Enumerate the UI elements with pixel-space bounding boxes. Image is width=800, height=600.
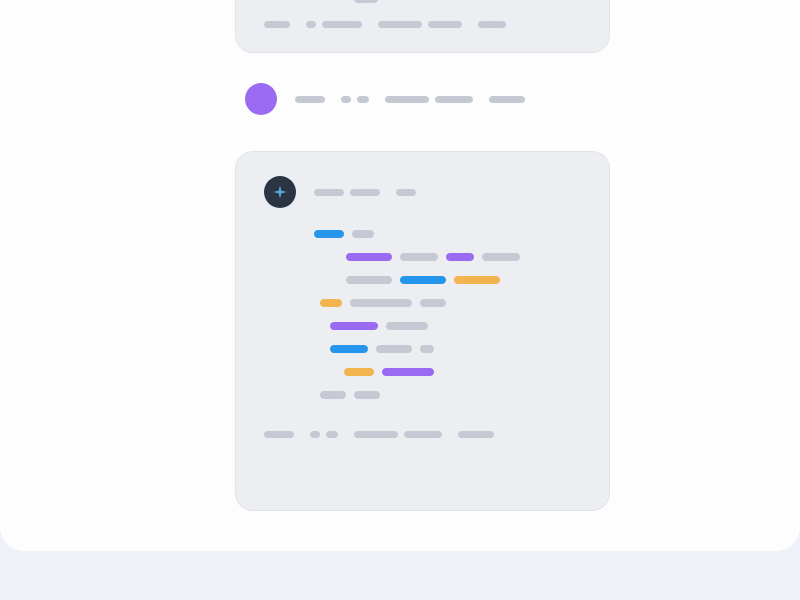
- placeholder-token: [264, 21, 290, 28]
- placeholder-token: [306, 21, 316, 28]
- placeholder-token: [341, 96, 351, 103]
- placeholder-token: [314, 189, 344, 196]
- placeholder-token: [354, 0, 378, 3]
- code-token: [352, 230, 374, 238]
- assistant-message-card-partial: [235, 0, 610, 53]
- placeholder-token: [385, 96, 429, 103]
- code-token: [346, 253, 392, 261]
- placeholder-token: [310, 431, 320, 438]
- code-token: [320, 299, 342, 307]
- placeholder-token: [478, 21, 506, 28]
- code-token: [320, 391, 346, 399]
- placeholder-token: [295, 96, 325, 103]
- code-token: [400, 253, 438, 261]
- user-avatar: [245, 83, 277, 115]
- code-token: [454, 276, 500, 284]
- sparkle-icon: [272, 184, 288, 200]
- code-token: [330, 345, 368, 353]
- placeholder-token: [357, 96, 369, 103]
- code-token: [382, 368, 434, 376]
- user-message: [245, 83, 760, 115]
- code-token: [344, 368, 374, 376]
- placeholder-token: [428, 21, 462, 28]
- assistant-message-card: [235, 151, 610, 511]
- code-token: [446, 253, 474, 261]
- code-token: [346, 276, 392, 284]
- placeholder-token: [458, 431, 494, 438]
- placeholder-token: [350, 189, 380, 196]
- code-token: [376, 345, 412, 353]
- chat-panel: [0, 0, 800, 551]
- code-token: [354, 391, 380, 399]
- code-token: [330, 322, 378, 330]
- code-token: [482, 253, 520, 261]
- code-token: [386, 322, 428, 330]
- placeholder-token: [404, 431, 442, 438]
- placeholder-token: [378, 21, 422, 28]
- placeholder-token: [489, 96, 525, 103]
- code-token: [420, 345, 434, 353]
- placeholder-token: [264, 431, 294, 438]
- code-token: [350, 299, 412, 307]
- code-token: [400, 276, 446, 284]
- placeholder-token: [396, 189, 416, 196]
- ai-avatar: [264, 176, 296, 208]
- code-token: [420, 299, 446, 307]
- placeholder-token: [322, 21, 362, 28]
- placeholder-token: [354, 431, 398, 438]
- placeholder-token: [326, 431, 338, 438]
- code-block: [314, 230, 581, 399]
- placeholder-token: [435, 96, 473, 103]
- code-token: [314, 230, 344, 238]
